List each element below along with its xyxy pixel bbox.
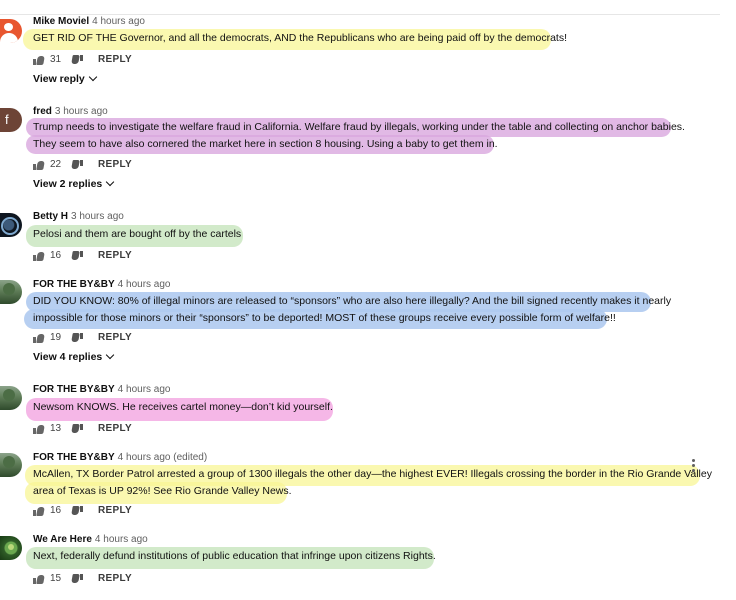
chevron-down-icon: [88, 72, 98, 82]
letter-avatar-icon[interactable]: f: [0, 108, 22, 132]
comment-actions: 13 REPLY: [33, 423, 132, 434]
author-name[interactable]: Mike Moviel: [33, 16, 89, 27]
author-name[interactable]: FOR THE BY&BY: [33, 384, 115, 395]
reply-button[interactable]: REPLY: [98, 505, 132, 516]
comment-actions: 16 REPLY: [33, 250, 132, 261]
timestamp[interactable]: 3 hours ago: [71, 211, 124, 222]
reply-button[interactable]: REPLY: [98, 423, 132, 434]
author-name[interactable]: FOR THE BY&BY: [33, 279, 115, 290]
reply-button[interactable]: REPLY: [98, 332, 132, 343]
comment-line: area of Texas is UP 92%! See Rio Grande …: [33, 485, 292, 497]
like-icon[interactable]: [33, 333, 45, 343]
comment-line: impossible for those minors or their “sp…: [33, 312, 616, 324]
comment-header: We Are Here 4 hours ago: [33, 534, 148, 545]
comment-actions: 15 REPLY: [33, 573, 132, 584]
landscape-avatar-icon[interactable]: [0, 453, 22, 477]
badge-avatar-icon[interactable]: [0, 213, 22, 237]
like-count: 13: [50, 423, 62, 434]
like-count: 31: [50, 54, 62, 65]
like-icon[interactable]: [33, 251, 45, 261]
dislike-icon[interactable]: [72, 573, 84, 584]
view-replies-label: View 4 replies: [33, 351, 103, 363]
comment-header: FOR THE BY&BY 4 hours ago: [33, 279, 171, 290]
landscape-avatar-icon[interactable]: [0, 386, 22, 410]
timestamp[interactable]: 4 hours ago (edited): [118, 452, 208, 463]
comment-line: Newsom KNOWS. He receives cartel money—d…: [33, 401, 333, 413]
like-icon[interactable]: [33, 574, 45, 584]
like-count: 16: [50, 250, 62, 261]
more-options-icon[interactable]: [692, 459, 695, 474]
top-divider: [0, 14, 720, 15]
comment-line: McAllen, TX Border Patrol arrested a gro…: [33, 468, 712, 480]
dislike-icon[interactable]: [72, 423, 84, 434]
chevron-down-icon: [106, 177, 115, 187]
reply-button[interactable]: REPLY: [98, 159, 132, 170]
author-name[interactable]: FOR THE BY&BY: [33, 452, 115, 463]
comment-line: Next, federally defund institutions of p…: [33, 550, 436, 562]
landscape-avatar-icon[interactable]: [0, 280, 22, 304]
timestamp[interactable]: 4 hours ago: [92, 16, 145, 27]
comment-header: Mike Moviel 4 hours ago: [33, 16, 145, 27]
comment-header: FOR THE BY&BY 4 hours ago (edited): [33, 452, 207, 463]
comment-header: Betty H3 hours ago: [33, 211, 124, 222]
comment-line: DID YOU KNOW: 80% of illegal minors are …: [33, 295, 672, 307]
comment-line: Pelosi and them are bought off by the ca…: [33, 228, 242, 240]
like-icon[interactable]: [33, 424, 45, 434]
like-icon[interactable]: [33, 160, 45, 170]
comment-actions: 19 REPLY: [33, 332, 132, 343]
comment-header: FOR THE BY&BY 4 hours ago: [33, 384, 171, 395]
like-icon[interactable]: [33, 55, 45, 65]
chevron-down-icon: [106, 350, 115, 360]
like-count: 22: [50, 159, 62, 170]
timestamp[interactable]: 4 hours ago: [118, 279, 171, 290]
dislike-icon[interactable]: [72, 159, 84, 170]
view-replies-label: View reply: [33, 73, 85, 85]
timestamp[interactable]: 4 hours ago: [95, 534, 148, 545]
comment-line: Trump needs to investigate the welfare f…: [33, 121, 685, 133]
like-icon[interactable]: [33, 506, 45, 516]
comment-actions: 31 REPLY: [33, 54, 132, 65]
reply-button[interactable]: REPLY: [98, 54, 132, 65]
author-name[interactable]: We Are Here: [33, 534, 92, 545]
comment-actions: 16 REPLY: [33, 505, 132, 516]
reply-button[interactable]: REPLY: [98, 250, 132, 261]
view-replies-button[interactable]: View 4 replies: [33, 350, 115, 363]
comment-line: GET RID OF THE Governor, and all the dem…: [33, 32, 568, 44]
author-name[interactable]: fred: [33, 106, 52, 117]
view-replies-button[interactable]: View 2 replies: [33, 177, 115, 190]
alien-avatar-icon[interactable]: [0, 536, 22, 560]
comment-header: fred 3 hours ago: [33, 106, 108, 117]
comment-actions: 22 REPLY: [33, 159, 132, 170]
dislike-icon[interactable]: [72, 54, 84, 65]
like-count: 15: [50, 573, 62, 584]
like-count: 19: [50, 332, 62, 343]
reply-button[interactable]: REPLY: [98, 573, 132, 584]
dislike-icon[interactable]: [72, 332, 84, 343]
dislike-icon[interactable]: [72, 505, 84, 516]
author-name[interactable]: Betty H: [33, 211, 68, 222]
view-replies-label: View 2 replies: [33, 178, 103, 190]
timestamp[interactable]: 3 hours ago: [55, 106, 108, 117]
scrollbar[interactable]: [727, 0, 736, 600]
timestamp[interactable]: 4 hours ago: [118, 384, 171, 395]
view-replies-button[interactable]: View reply: [33, 72, 98, 85]
person-avatar-icon[interactable]: [0, 19, 22, 43]
dislike-icon[interactable]: [72, 250, 84, 261]
comment-line: They seem to have also cornered the mark…: [33, 138, 498, 150]
like-count: 16: [50, 505, 62, 516]
